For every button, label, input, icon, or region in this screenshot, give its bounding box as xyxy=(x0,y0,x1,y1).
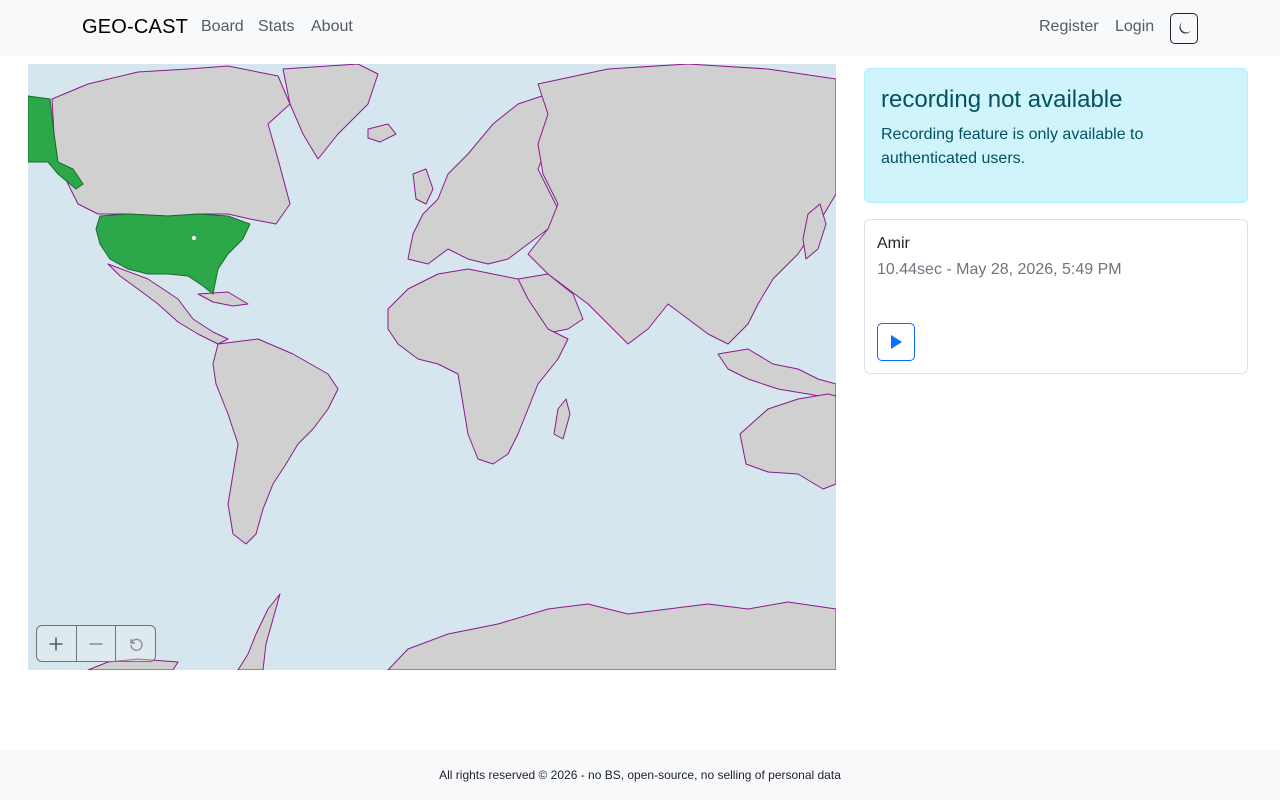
zoom-in-button[interactable] xyxy=(37,626,77,661)
land-uk xyxy=(412,168,434,205)
land-australia xyxy=(739,393,836,490)
nav-link-register[interactable]: Register xyxy=(1039,18,1099,36)
nav-link-about[interactable]: About xyxy=(311,18,353,36)
brand-logo[interactable]: GEO-CAST xyxy=(82,16,188,39)
zoom-out-button[interactable] xyxy=(77,626,117,661)
land-south-america xyxy=(212,338,339,545)
land-caribbean xyxy=(197,291,249,307)
reset-view-button[interactable] xyxy=(116,626,155,661)
land-madagascar xyxy=(553,398,571,440)
moon-icon xyxy=(1179,21,1191,33)
nav-link-stats[interactable]: Stats xyxy=(258,18,294,36)
world-map-svg[interactable] xyxy=(28,64,836,670)
location-marker xyxy=(192,236,196,240)
land-greenland xyxy=(282,64,379,160)
reset-icon xyxy=(129,638,143,651)
nav-link-board[interactable]: Board xyxy=(201,18,244,36)
nav-link-login[interactable]: Login xyxy=(1115,18,1154,36)
land-europe xyxy=(407,93,559,265)
land-antarctica xyxy=(387,601,836,670)
highlighted-country-usa xyxy=(95,213,251,295)
recording-card: Amir 10.44sec - May 28, 2026, 5:49 PM xyxy=(864,219,1248,374)
theme-toggle-button[interactable] xyxy=(1170,13,1198,44)
minus-icon xyxy=(89,642,103,645)
land-iceland xyxy=(367,123,397,143)
land-north-america xyxy=(51,65,291,225)
recording-detail: 10.44sec - May 28, 2026, 5:49 PM xyxy=(877,261,1122,278)
land-antarctic-peninsula xyxy=(237,593,281,670)
alert-text: Recording feature is only available to a… xyxy=(881,126,1144,167)
map-zoom-controls xyxy=(36,625,156,662)
play-icon xyxy=(891,335,902,349)
footer: All rights reserved © 2026 - no BS, open… xyxy=(0,750,1280,800)
footer-text: All rights reserved © 2026 - no BS, open… xyxy=(439,768,841,782)
navbar: GEO-CAST Board Stats About Register Logi… xyxy=(0,0,1280,56)
world-map[interactable] xyxy=(28,64,836,670)
alert-title: recording not available xyxy=(881,86,1123,113)
recording-unavailable-alert: recording not available Recording featur… xyxy=(864,68,1248,203)
land-se-asia xyxy=(717,348,836,400)
recording-player-name: Amir xyxy=(877,235,910,252)
plus-icon xyxy=(49,637,63,650)
play-recording-button[interactable] xyxy=(877,323,915,361)
